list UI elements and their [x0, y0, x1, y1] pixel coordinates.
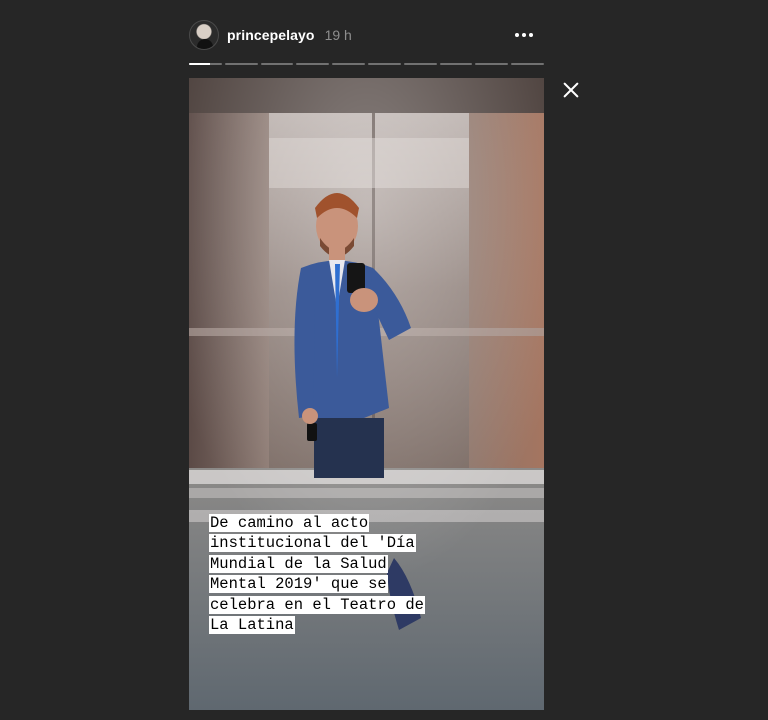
progress-segment	[189, 63, 222, 65]
progress-fill	[189, 63, 211, 65]
more-dot-icon	[522, 33, 526, 37]
progress-segment	[296, 63, 330, 65]
progress-segment	[511, 63, 544, 65]
username-link[interactable]: princepelayo	[227, 27, 315, 43]
progress-segment	[439, 63, 473, 65]
more-options-button[interactable]	[514, 25, 534, 45]
story-header: princepelayo 19 h	[189, 18, 544, 52]
story-media[interactable]: De camino al acto institucional del 'Día…	[189, 78, 544, 710]
progress-segment	[403, 63, 437, 65]
progress-segment	[367, 63, 401, 65]
more-dot-icon	[529, 33, 533, 37]
story-viewer: princepelayo 19 h De camino al acto inst…	[0, 0, 768, 720]
story-caption: De camino al acto institucional del 'Día…	[209, 514, 425, 635]
progress-segment	[332, 63, 365, 65]
story-panel: princepelayo 19 h De camino al acto inst…	[189, 0, 544, 720]
story-timestamp: 19 h	[324, 27, 352, 43]
more-dot-icon	[515, 33, 519, 37]
progress-segment	[224, 63, 258, 65]
story-progress-bar	[189, 63, 544, 65]
progress-segment	[260, 63, 294, 65]
progress-segment	[475, 63, 509, 65]
close-icon[interactable]	[561, 80, 581, 100]
user-avatar[interactable]	[189, 20, 219, 50]
